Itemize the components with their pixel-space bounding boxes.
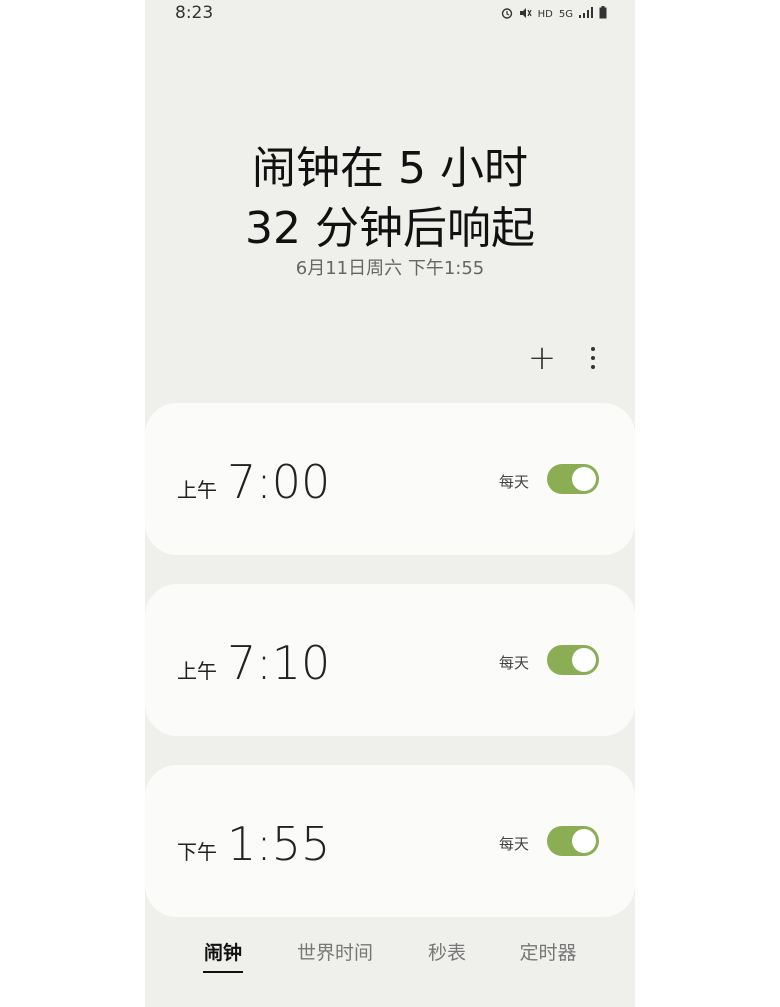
tab-stopwatch-label: 秒表 (427, 942, 466, 964)
alarm-time: 7:00 (227, 455, 331, 509)
alarm-toggle[interactable] (547, 645, 599, 675)
alarm-repeat: 每天 (498, 473, 529, 491)
tab-alarm-label: 闹钟 (203, 942, 242, 964)
alarm-card[interactable]: 上午 7:10 每天 (145, 584, 635, 736)
tab-alarm[interactable]: 闹钟 (203, 938, 243, 973)
battery-icon (599, 6, 607, 22)
add-alarm-button[interactable]: + (522, 338, 562, 378)
clock-app-screen: 8:23 HD 5G 闹钟在 5 小时 32 分钟后响起 6月11日周六 下午1… (145, 0, 635, 1007)
mute-icon (519, 7, 532, 22)
tab-world-clock-label: 世界时间 (296, 942, 373, 964)
hd-label: HD (537, 8, 553, 20)
alarm-repeat: 每天 (498, 835, 529, 853)
tab-timer[interactable]: 定时器 (518, 938, 578, 965)
status-bar: 8:23 HD 5G (145, 0, 635, 28)
next-alarm-date: 6月11日周六 下午1:55 (295, 258, 485, 279)
active-tab-indicator (203, 971, 243, 973)
network-label: 5G (558, 8, 573, 20)
alarm-period: 上午 (177, 478, 217, 502)
status-time: 8:23 (175, 3, 214, 23)
tab-stopwatch[interactable]: 秒表 (427, 938, 467, 965)
tab-timer-label: 定时器 (519, 942, 577, 964)
alarm-toggle[interactable] (547, 464, 599, 494)
alarm-time: 7:10 (227, 636, 331, 690)
alarm-card[interactable]: 上午 7:00 每天 (145, 403, 635, 555)
toggle-knob (572, 467, 596, 491)
alarm-icon (501, 7, 513, 22)
alarm-card[interactable]: 下午 1:55 每天 (145, 765, 635, 917)
bottom-nav: 闹钟 世界时间 秒表 定时器 (145, 930, 635, 980)
more-vertical-icon (591, 347, 595, 369)
alarm-toggle[interactable] (547, 826, 599, 856)
alarm-period: 上午 (177, 659, 217, 683)
next-alarm-headline-line1: 闹钟在 5 小时 (252, 143, 528, 194)
toggle-knob (572, 648, 596, 672)
signal-icon (579, 7, 593, 21)
more-options-button[interactable] (573, 338, 613, 378)
alarm-period: 下午 (177, 840, 217, 864)
status-icons: HD 5G (501, 6, 607, 22)
plus-icon: + (527, 338, 557, 378)
next-alarm-headline-line2: 32 分钟后响起 (245, 203, 535, 254)
alarm-time: 1:55 (227, 817, 331, 871)
toggle-knob (572, 829, 596, 853)
alarm-repeat: 每天 (498, 654, 529, 672)
tab-world-clock[interactable]: 世界时间 (295, 938, 375, 965)
